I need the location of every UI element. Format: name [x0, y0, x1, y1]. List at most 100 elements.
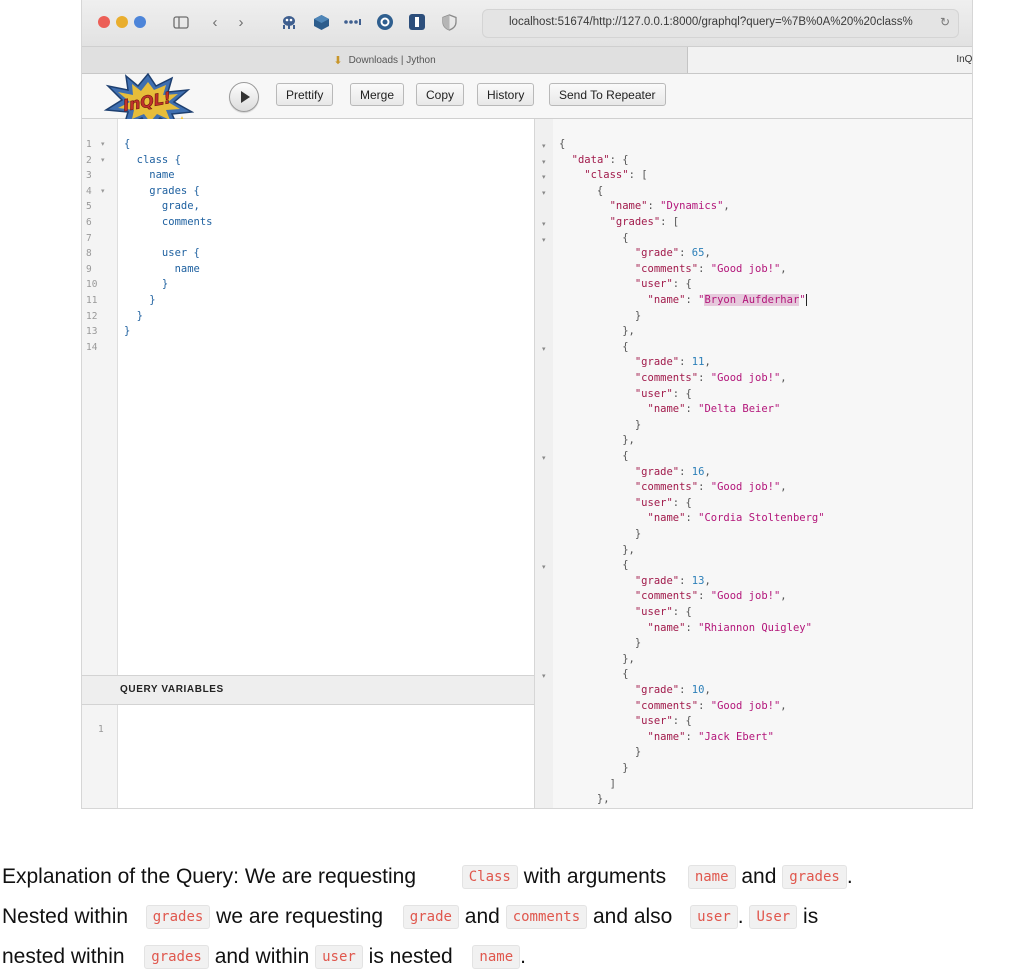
history-button[interactable]: History	[477, 83, 535, 106]
code-line: name	[124, 169, 175, 182]
extension-cube-icon[interactable]	[310, 11, 332, 33]
tab-label: InQL	[956, 54, 972, 65]
code-line: "data": {	[571, 153, 629, 166]
code-grades: grades	[782, 865, 847, 889]
line-number: 7	[86, 232, 92, 244]
fold-arrow-icon[interactable]: ▾	[542, 563, 546, 571]
tab-bar: ⬇ Downloads | Jython InQL	[82, 47, 972, 74]
code-line: {	[559, 184, 604, 197]
tab-inql[interactable]: InQL	[688, 47, 972, 73]
text: and within	[214, 945, 310, 968]
code-name: name	[472, 945, 521, 969]
fold-arrow-icon[interactable]: ▾	[101, 140, 105, 148]
user-name-value: Cordia Stoltenberg	[704, 512, 819, 525]
text: is nested	[368, 945, 453, 968]
query-variables-header[interactable]: QUERY VARIABLES	[82, 675, 534, 705]
tab-downloads[interactable]: ⬇ Downloads | Jython	[82, 47, 688, 73]
code-line: "grade": 13,	[634, 574, 711, 587]
extension-alien-icon[interactable]	[278, 11, 300, 33]
query-variables-editor[interactable]	[118, 705, 534, 808]
text: and	[741, 865, 777, 888]
code-comments: comments	[505, 905, 588, 929]
graphiql-toolbar: InQL! Prettify Merge Copy History Send T…	[82, 72, 972, 130]
query-variables-title: QUERY VARIABLES	[120, 684, 224, 695]
comments-value: Good job!	[717, 372, 774, 384]
query-editor[interactable]: 1 2 3 4 5 6 7 8 9 10 11 12 13 14 ▾ ▾ ▾ {…	[82, 119, 535, 808]
line-number: 13	[86, 326, 98, 338]
code-user: user	[315, 945, 363, 969]
line-number: 5	[86, 201, 92, 213]
close-window-button[interactable]	[98, 16, 110, 28]
fold-arrow-icon[interactable]: ▾	[542, 189, 546, 197]
code-line: name	[124, 262, 200, 275]
code-line: {	[559, 340, 629, 353]
line-number: 3	[86, 170, 92, 182]
forward-icon[interactable]: ›	[230, 11, 252, 33]
text: is	[803, 905, 819, 928]
user-name-value: Jack Ebert	[704, 730, 768, 743]
fold-arrow-icon[interactable]: ▾	[101, 156, 105, 164]
text: .	[846, 865, 853, 888]
code-line: }	[559, 418, 642, 431]
screenshot-frame: ‹ › localhost:51674/http://127.0.0.1:800…	[82, 0, 972, 808]
code-line: "user": {	[634, 387, 692, 400]
sidebar-icon[interactable]	[170, 11, 192, 33]
back-icon[interactable]: ‹	[204, 11, 226, 33]
grade-value: 16	[691, 465, 705, 478]
code-line: }	[559, 762, 629, 774]
comments-value: Good job!	[717, 481, 774, 494]
code-line: grade,	[124, 200, 200, 213]
fold-arrow-icon[interactable]: ▾	[542, 158, 546, 166]
code-line: grades {	[124, 184, 200, 197]
fold-arrow-icon[interactable]: ▾	[542, 345, 546, 353]
fold-arrow-icon[interactable]: ▾	[542, 454, 546, 462]
code-line: "name": "Cordia Stoltenberg"	[647, 512, 825, 525]
code-line: {	[559, 138, 566, 150]
merge-button[interactable]: Merge	[350, 83, 405, 106]
extension-dots-icon[interactable]	[342, 11, 364, 33]
code-line: "grade": 11,	[634, 356, 711, 369]
code-line: "user": {	[634, 278, 692, 291]
shield-icon[interactable]	[438, 11, 460, 33]
code-line: "name": "Bryon Aufderhar"	[647, 294, 807, 306]
grade-value: 10	[691, 684, 705, 696]
minimize-window-button[interactable]	[116, 16, 128, 28]
code-line: "grade": 16,	[634, 465, 711, 478]
variables-gutter: 1	[82, 705, 118, 808]
line-number: 14	[86, 341, 98, 353]
line-number: 12	[86, 310, 98, 322]
run-query-button[interactable]	[229, 82, 259, 112]
fold-arrow-icon[interactable]: ▾	[101, 187, 105, 195]
code-line: "name": "Rhiannon Quigley"	[647, 621, 812, 634]
code-line: {	[559, 559, 629, 572]
fold-arrow-icon[interactable]: ▾	[542, 173, 546, 181]
code-line: ]	[559, 777, 616, 790]
code-line: "comments": "Good job!",	[634, 699, 787, 712]
reload-icon[interactable]: ↻	[940, 15, 950, 29]
fold-arrow-icon[interactable]: ▾	[542, 672, 546, 680]
code-line: },	[559, 325, 635, 338]
code-user: user	[690, 905, 738, 929]
fold-arrow-icon[interactable]: ▾	[542, 220, 546, 228]
explanation-line-2: Nested within grades we are requesting g…	[2, 900, 818, 940]
copy-button[interactable]: Copy	[416, 83, 465, 106]
text: Nested within	[2, 905, 129, 928]
fold-arrow-icon[interactable]: ▾	[542, 236, 546, 244]
text: and	[464, 905, 500, 928]
send-to-repeater-button[interactable]: Send To Repeater	[549, 83, 666, 106]
code-line: }	[124, 325, 131, 338]
explanation-line-3: nested within grades and within user is …	[2, 940, 526, 980]
code-grades: grades	[144, 945, 209, 969]
code-user-type: User	[749, 905, 798, 929]
code-line: "grade": 65,	[634, 247, 711, 260]
code-line: "user": {	[634, 496, 692, 509]
prettify-button[interactable]: Prettify	[276, 83, 334, 106]
extension-circle-icon[interactable]	[374, 11, 396, 33]
code-line: "name": "Delta Beier"	[647, 403, 781, 416]
code-line: user {	[124, 247, 200, 260]
fold-arrow-icon[interactable]: ▾	[542, 142, 546, 150]
text: Explanation of the Query: We are request…	[2, 865, 417, 888]
address-bar[interactable]: localhost:51674/http://127.0.0.1:8000/gr…	[482, 9, 959, 38]
zoom-window-button[interactable]	[134, 16, 146, 28]
extension-bracket-icon[interactable]	[406, 11, 428, 33]
